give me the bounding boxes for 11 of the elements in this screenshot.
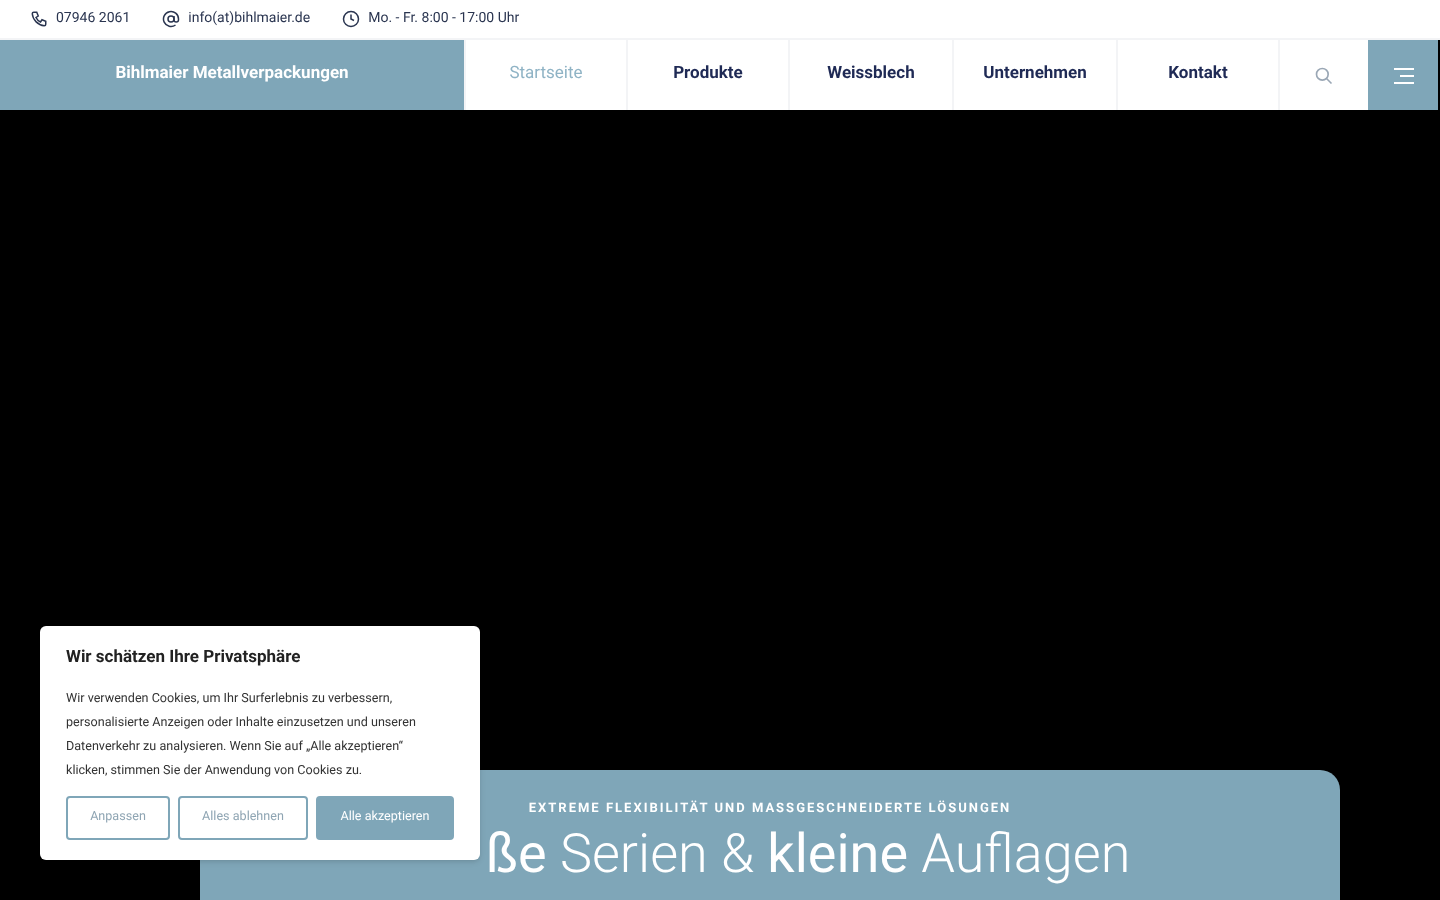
menu-icon xyxy=(1393,67,1413,83)
phone-icon xyxy=(30,10,48,28)
at-icon xyxy=(162,10,181,28)
clock-icon xyxy=(342,10,361,28)
menu-button[interactable] xyxy=(1368,40,1438,110)
nav-link[interactable]: Produkte xyxy=(626,40,788,110)
search-icon[interactable] xyxy=(1314,65,1334,85)
cookie-title: Wir schätzen Ihre Privatsphäre xyxy=(66,646,303,672)
nav-link[interactable]: Unternehmen xyxy=(952,40,1116,110)
hero-heading: ße Serien & kleine Auflagen xyxy=(486,819,1131,888)
nav-link[interactable]: Weissblech xyxy=(788,40,952,110)
